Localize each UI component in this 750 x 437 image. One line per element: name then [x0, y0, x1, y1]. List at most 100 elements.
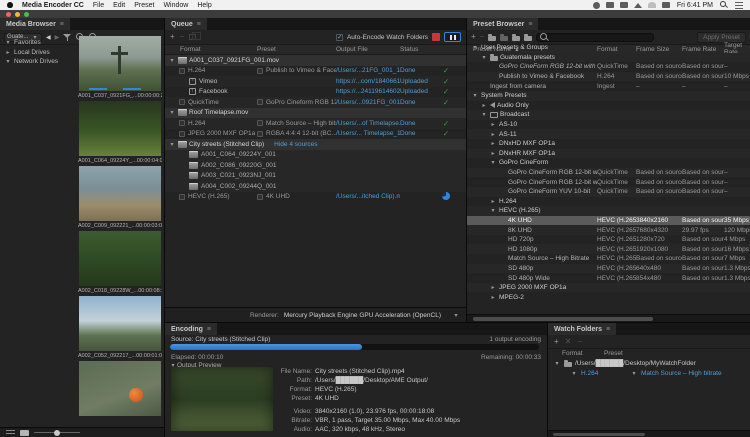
chevron-down-icon[interactable]: ▾: [489, 159, 497, 166]
output-preset-cell[interactable]: Match Source – High bitr...: [257, 120, 336, 127]
window-group-icon[interactable]: [606, 2, 614, 8]
new-group-icon[interactable]: [488, 36, 496, 41]
preset-group-row[interactable]: ▾HEVC (H.265): [467, 206, 750, 216]
preset-row[interactable]: SD 480p WideHEVC (H.265)854x480Based on …: [467, 273, 750, 283]
output-format-cell[interactable]: HEVC (H.265): [165, 193, 257, 200]
remove-watch-folder-icon[interactable]: ✕: [565, 338, 572, 346]
tab-preset-browser[interactable]: Preset Browser ≡: [467, 18, 538, 30]
tab-media-browser[interactable]: Media Browser ≡: [0, 18, 70, 30]
minimize-window-button[interactable]: [15, 12, 20, 17]
thumbnail-size-slider[interactable]: [34, 432, 80, 433]
column-output-file[interactable]: Output File: [336, 46, 400, 53]
chevron-down-icon[interactable]: ▾: [4, 39, 12, 46]
preset-settings-icon[interactable]: [500, 36, 508, 41]
wifi-icon[interactable]: [648, 2, 656, 8]
preset-toggle-icon[interactable]: [257, 99, 263, 105]
output-file-link[interactable]: /Users/...21FG_001_1.mp4: [336, 67, 400, 74]
minus-icon[interactable]: −: [577, 338, 582, 346]
preset-group-row[interactable]: ▾User Presets & Groups: [467, 43, 750, 53]
chevron-right-icon[interactable]: ▸: [489, 131, 497, 138]
chevron-down-icon[interactable]: ▾: [480, 111, 488, 118]
chevron-down-icon[interactable]: ▾: [553, 360, 561, 367]
create-preset-icon[interactable]: +: [471, 33, 476, 41]
preset-row[interactable]: Publish to Vimeo & FacebookH.264Based on…: [467, 72, 750, 82]
output-format-cell[interactable]: JPEG 2000 MXF OP1a: [165, 130, 257, 137]
output-preset-cell[interactable]: RGBA 4:4:4 12-bit (BC...: [257, 130, 336, 137]
panel-menu-icon[interactable]: ≡: [606, 326, 610, 333]
output-format-cell[interactable]: QuickTime: [165, 99, 257, 106]
stop-queue-button[interactable]: [432, 33, 440, 41]
format-toggle-icon[interactable]: [179, 131, 185, 137]
preset-row[interactable]: SD 480pHEVC (H.265)640x480Based on sourc…: [467, 264, 750, 274]
preset-group-row[interactable]: ▾System Presets: [467, 91, 750, 101]
panel-menu-icon[interactable]: ≡: [207, 326, 211, 333]
zoom-window-button[interactable]: [24, 12, 29, 17]
queue-source-row[interactable]: ▾City streets (Stitched Clip)Hide 4 sour…: [165, 139, 466, 150]
preset-row[interactable]: Match Source – High BitrateHEVC (H.265)B…: [467, 254, 750, 264]
apply-preset-button[interactable]: Apply Preset: [697, 32, 746, 43]
preset-group-row[interactable]: ▸AS-10: [467, 120, 750, 130]
preset-row[interactable]: HD 1080pHEVC (H.265)1920x1080Based on so…: [467, 244, 750, 254]
preset-toggle-icon[interactable]: [257, 194, 263, 200]
close-window-button[interactable]: [6, 12, 11, 17]
chevron-down-icon[interactable]: ▾: [630, 370, 638, 377]
watch-folder-row[interactable]: ▾ /Users/██████/Desktop/MyWatchFolder: [548, 358, 750, 369]
queue-output-row[interactable]: JPEG 2000 MXF OP1aRGBA 4:4:4 12-bit (BC.…: [165, 129, 466, 140]
preset-search-input[interactable]: [536, 33, 654, 42]
tree-item-network-drives[interactable]: ▾Network Drives: [4, 57, 76, 67]
menu-window[interactable]: Window: [163, 2, 188, 9]
chevron-down-icon[interactable]: ▾: [4, 58, 12, 65]
output-preset-cell[interactable]: GoPro Cineform RGB 12...: [257, 99, 336, 106]
chevron-down-icon[interactable]: ▾: [168, 109, 176, 116]
tab-queue[interactable]: Queue ≡: [165, 18, 207, 30]
output-file-link[interactable]: /Users/...of Timelapse.mp4: [336, 120, 400, 127]
preset-row[interactable]: 4K UHDHEVC (H.265)3840x2160Based on sour…: [467, 216, 750, 226]
format-toggle-icon[interactable]: [179, 194, 185, 200]
preset-row[interactable]: GoPro CineForm RGB 12-bit with alpha (Al…: [467, 62, 750, 72]
queue-output-row[interactable]: HEVC (H.265)4K UHD/Users/...itched Clip)…: [165, 192, 466, 203]
output-file-link[interactable]: /Users/... Timelapse_1.mxf: [336, 130, 400, 137]
media-thumbnail[interactable]: A002_C052_092217_...00:00:01:04: [78, 296, 162, 361]
chevron-down-icon[interactable]: ▾: [471, 92, 479, 99]
tab-encoding[interactable]: Encoding ≡: [165, 323, 217, 335]
media-thumbnail[interactable]: [78, 361, 162, 416]
output-format-cell[interactable]: H.264: [165, 67, 257, 74]
notification-center-icon[interactable]: [735, 2, 743, 9]
list-view-icon[interactable]: [6, 430, 15, 436]
output-file-link[interactable]: /Users/...itched Clip).mp4: [336, 193, 400, 200]
chevron-right-icon[interactable]: ▸: [489, 294, 497, 301]
panel-menu-icon[interactable]: ≡: [60, 21, 64, 28]
delete-preset-icon[interactable]: −: [480, 33, 485, 41]
chevron-down-icon[interactable]: ▾: [570, 370, 578, 377]
tree-item-local-drives[interactable]: ▸Local Drives: [4, 48, 76, 58]
preset-row[interactable]: 8K UHDHEVC (H.265)7680x432029.97 fps120 …: [467, 225, 750, 235]
media-thumbnail[interactable]: A002_C018_09228W_...00:00:08:13: [78, 231, 162, 296]
queue-output-row[interactable]: H.264Publish to Vimeo & Face.../Users/..…: [165, 66, 466, 77]
preset-row[interactable]: HD 720pHEVC (H.265)1280x720Based on sour…: [467, 235, 750, 245]
hide-sources-link[interactable]: Hide 4 sources: [274, 141, 317, 148]
import-preset-icon[interactable]: [512, 36, 520, 41]
queue-output-row[interactable]: Facebookhttps://...24119614602283Uploade…: [165, 87, 466, 98]
tab-watch-folders[interactable]: Watch Folders ≡: [548, 323, 616, 335]
chevron-right-icon[interactable]: ▸: [489, 121, 497, 128]
chevron-right-icon[interactable]: ▸: [489, 284, 497, 291]
horizontal-scrollbar[interactable]: [548, 430, 750, 437]
watch-folder-preset-select[interactable]: Match Source – High bitrate: [641, 370, 722, 377]
chevron-right-icon[interactable]: ▸: [4, 49, 12, 56]
preset-row[interactable]: GoPro CineForm RGB 12-bit with alphaQuic…: [467, 168, 750, 178]
watch-folder-format-select[interactable]: H.264: [581, 370, 627, 377]
auto-encode-checkbox[interactable]: ✓: [336, 34, 343, 41]
horizontal-scrollbar[interactable]: [467, 314, 750, 322]
panel-menu-icon[interactable]: ≡: [528, 21, 532, 28]
preset-row[interactable]: GoPro CineForm RGB 12-bit with alpha...Q…: [467, 177, 750, 187]
output-format-cell[interactable]: H.264: [165, 120, 257, 127]
chevron-down-icon[interactable]: ▾: [168, 57, 176, 64]
preset-group-row[interactable]: ▸MPEG-2: [467, 292, 750, 302]
output-file-link[interactable]: https://...com/184066142: [336, 78, 400, 85]
output-file-link[interactable]: https://...24119614602283: [336, 88, 400, 95]
column-status[interactable]: Status: [400, 46, 438, 53]
menu-file[interactable]: File: [93, 2, 104, 9]
chevron-right-icon[interactable]: ▸: [489, 140, 497, 147]
menu-preset[interactable]: Preset: [134, 2, 154, 9]
chevron-down-icon[interactable]: ▾: [471, 44, 479, 51]
